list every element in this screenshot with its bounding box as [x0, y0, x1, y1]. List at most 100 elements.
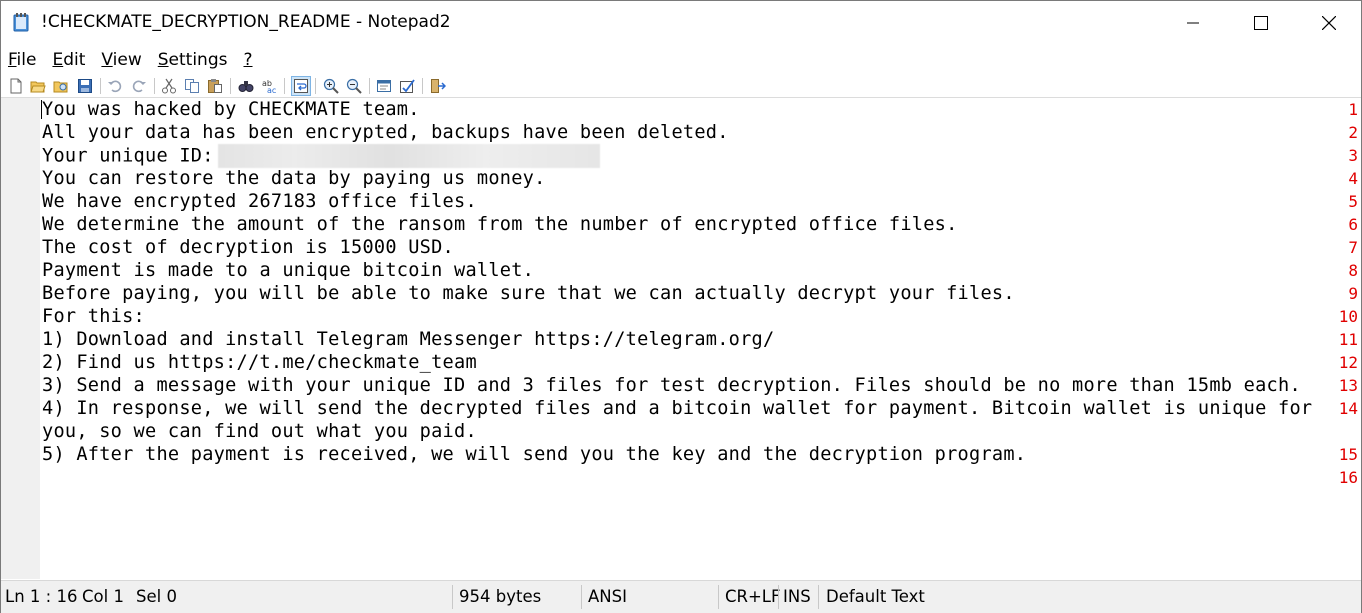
- line-number: 7: [1348, 238, 1358, 257]
- toolbar: ab ac: [1, 75, 1361, 98]
- line-number: 4: [1348, 169, 1358, 188]
- maximize-button[interactable]: [1227, 1, 1295, 45]
- status-scheme[interactable]: Default Text: [826, 581, 925, 613]
- line-number: 3: [1348, 146, 1358, 165]
- menu-settings[interactable]: Settings: [150, 47, 236, 73]
- line-number: 13: [1338, 376, 1358, 395]
- line-number: 8: [1348, 261, 1358, 280]
- menu-view-label: iew: [112, 50, 142, 70]
- customize-schemes-icon: [400, 79, 415, 93]
- scheme-icon: [377, 80, 391, 92]
- word-wrap-button[interactable]: [291, 76, 311, 96]
- cut-button[interactable]: [161, 78, 177, 94]
- text-editor[interactable]: 1 2 3 4 5 6 7 8 9 10 11 12 13 14 15 16 Y…: [1, 98, 1361, 579]
- menu-file-mnemonic: F: [8, 50, 17, 70]
- scheme-button[interactable]: [376, 78, 392, 94]
- line-number: 16: [1338, 468, 1358, 487]
- browse-button[interactable]: [53, 78, 69, 94]
- toolbar-separator: [369, 78, 370, 94]
- status-line-endings[interactable]: CR+LF: [725, 581, 781, 613]
- zoom-in-icon: [323, 78, 339, 94]
- line-number: 9: [1348, 284, 1358, 303]
- minimize-button[interactable]: [1159, 1, 1227, 45]
- new-icon: [10, 78, 22, 94]
- editor-line: You can restore the data by paying us mo…: [42, 168, 546, 189]
- status-separator: [452, 585, 453, 609]
- line-number: 12: [1338, 353, 1358, 372]
- line-number-gutter: [1, 98, 40, 579]
- unique-id-label: Your unique ID:: [42, 145, 214, 167]
- cut-icon: [162, 78, 176, 94]
- editor-line: All your data has been encrypted, backup…: [42, 122, 729, 143]
- window-title: !CHECKMATE_DECRYPTION_README - Notepad2: [41, 12, 451, 32]
- replace-icon: abac: [262, 79, 276, 94]
- open-button[interactable]: [30, 78, 46, 94]
- menu-help[interactable]: ?: [235, 47, 260, 73]
- customize-schemes-button[interactable]: [399, 78, 415, 94]
- editor-line: 1) Download and install Telegram Messeng…: [42, 329, 775, 350]
- line-number: 11: [1338, 330, 1358, 349]
- zoom-out-icon: [346, 78, 362, 94]
- editor-line: The cost of decryption is 15000 USD.: [42, 237, 454, 258]
- editor-line: 4) In response, we will send the decrypt…: [42, 398, 1313, 419]
- menu-bar: File Edit View Settings ?: [1, 47, 261, 73]
- line-number: 2: [1348, 123, 1358, 142]
- menu-view-mnemonic: V: [101, 50, 113, 70]
- notepad2-window: !CHECKMATE_DECRYPTION_README - Notepad2 …: [0, 0, 1362, 613]
- redo-icon: [132, 80, 146, 93]
- toolbar-separator: [230, 78, 231, 94]
- menu-file-label: ile: [16, 50, 37, 70]
- redo-button[interactable]: [131, 78, 147, 94]
- editor-line: You was hacked by CHECKMATE team.: [42, 99, 420, 120]
- editor-line: 5) After the payment is received, we wil…: [42, 444, 1027, 465]
- undo-button[interactable]: [107, 78, 123, 94]
- status-bar: Ln 1 : 16 Col 1 Sel 0 954 bytes ANSI CR+…: [1, 580, 1361, 613]
- find-button[interactable]: [238, 78, 254, 94]
- editor-line-unique-id: Your unique ID:: [42, 144, 600, 168]
- paste-icon: [208, 79, 222, 93]
- zoom-in-button[interactable]: [323, 78, 339, 94]
- status-encoding[interactable]: ANSI: [588, 581, 627, 613]
- status-selection: Sel 0: [136, 587, 177, 606]
- new-button[interactable]: [8, 78, 24, 94]
- status-position: Ln 1 : 16: [5, 587, 78, 606]
- close-button[interactable]: [1295, 1, 1362, 45]
- save-icon: [78, 79, 92, 93]
- line-number: 5: [1348, 192, 1358, 211]
- editor-line: Payment is made to a unique bitcoin wall…: [42, 260, 535, 281]
- exit-button[interactable]: [430, 78, 446, 94]
- paste-button[interactable]: [207, 78, 223, 94]
- menu-help-mnemonic: ?: [243, 50, 253, 70]
- zoom-out-button[interactable]: [346, 78, 362, 94]
- copy-icon: [185, 79, 199, 93]
- menu-settings-label: ettings: [168, 50, 228, 70]
- notepad2-app-icon: [13, 13, 29, 32]
- copy-button[interactable]: [184, 78, 200, 94]
- status-separator: [581, 585, 582, 609]
- menu-view[interactable]: View: [93, 47, 149, 73]
- title-bar[interactable]: !CHECKMATE_DECRYPTION_README - Notepad2: [1, 1, 1361, 45]
- save-button[interactable]: [77, 78, 93, 94]
- editor-line: We have encrypted 267183 office files.: [42, 191, 477, 212]
- status-column: Col 1: [82, 587, 124, 606]
- menu-edit[interactable]: Edit: [44, 47, 93, 73]
- toolbar-separator: [315, 78, 316, 94]
- editor-line: Before paying, you will be able to make …: [42, 283, 1015, 304]
- toolbar-separator: [422, 78, 423, 94]
- svg-text:ac: ac: [267, 86, 276, 94]
- browse-icon: [53, 81, 68, 93]
- maximize-icon: [1254, 16, 1268, 30]
- replace-button[interactable]: ab ac: [262, 78, 278, 94]
- status-insert-mode: INS: [783, 587, 811, 606]
- editor-line: 3) Send a message with your unique ID an…: [42, 375, 1301, 396]
- status-separator: [778, 585, 779, 609]
- toolbar-separator: [154, 78, 155, 94]
- menu-file[interactable]: File: [1, 47, 44, 73]
- menu-edit-mnemonic: E: [52, 50, 64, 70]
- line-number: 10: [1338, 307, 1358, 326]
- editor-line: 2) Find us https://t.me/checkmate_team: [42, 352, 477, 373]
- menu-settings-mnemonic: S: [157, 50, 169, 70]
- line-number: 1: [1348, 100, 1358, 119]
- open-icon: [30, 81, 46, 93]
- line-number: 15: [1338, 445, 1358, 464]
